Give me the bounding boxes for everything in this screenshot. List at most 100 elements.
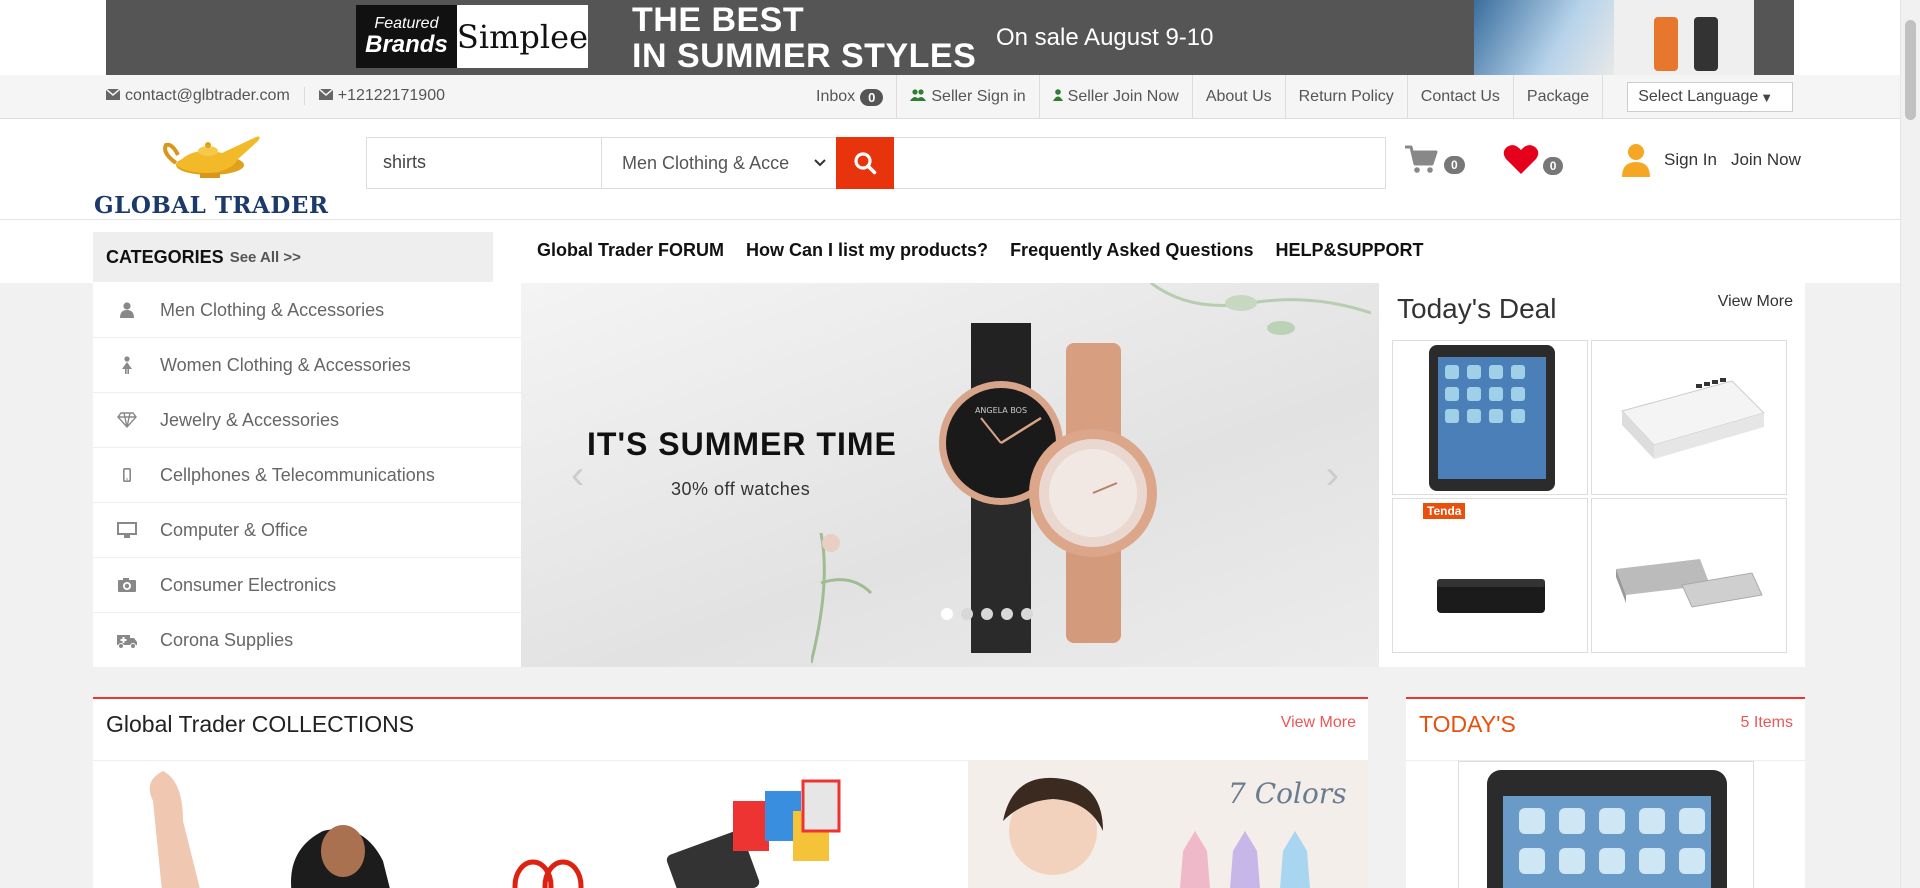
female-icon <box>93 356 160 374</box>
category-item-computer-office[interactable]: Computer & Office <box>93 503 521 558</box>
heart-icon <box>1503 145 1538 174</box>
phone-text: +12122171900 <box>337 87 445 104</box>
slider-dot[interactable] <box>1001 608 1013 620</box>
email-text: contact@glbtrader.com <box>125 87 290 104</box>
slider-dot[interactable] <box>941 608 953 620</box>
inbox-link[interactable]: Inbox 0 <box>803 75 898 119</box>
colors-text: 7 Colors <box>1228 777 1347 810</box>
watches-image: ANGELA BOS <box>811 283 1371 664</box>
banner-product-photo <box>1614 0 1754 75</box>
inbox-count-badge: 0 <box>860 88 884 106</box>
camera-icon <box>93 577 160 593</box>
tenda-logo: Tenda <box>1423 503 1466 519</box>
deal-grid: Tenda <box>1392 340 1789 653</box>
phone-contact[interactable]: +12122171900 <box>318 87 459 105</box>
category-label: Women Clothing & Accessories <box>160 354 411 375</box>
featured-brands-box: Featured Brands Simplee <box>356 5 588 68</box>
todays-section: TODAY'S 5 Items <box>1406 697 1805 888</box>
category-item-men-clothing[interactable]: Men Clothing & Accessories <box>93 283 521 338</box>
category-item-cellphones[interactable]: Cellphones & Telecommunications <box>93 448 521 503</box>
page-scrollbar[interactable] <box>1900 0 1920 888</box>
nav-faq-link[interactable]: Frequently Asked Questions <box>1010 240 1253 261</box>
desktop-icon <box>93 522 160 538</box>
deal-title: Today's Deal <box>1397 293 1557 324</box>
search-button[interactable] <box>836 137 894 189</box>
seller-join-label: Seller Join Now <box>1067 88 1179 105</box>
search-bar: shirts Men Clothing & Acce <box>366 137 1386 189</box>
language-value: Select Language <box>1638 88 1759 105</box>
category-item-consumer-electronics[interactable]: Consumer Electronics <box>93 558 521 613</box>
search-input[interactable]: shirts <box>383 152 426 173</box>
watch-brand-text: ANGELA BOS <box>975 406 1027 415</box>
todays-deal-panel: Today's Deal View More Tenda <box>1379 283 1805 667</box>
slider-next-icon[interactable]: › <box>1326 453 1339 498</box>
product-cup <box>1654 17 1678 71</box>
collections-section: Global Trader COLLECTIONS View More 7 Co… <box>93 697 1368 888</box>
featured-brands-label: Featured Brands <box>356 5 457 68</box>
cart-icon <box>1405 145 1438 173</box>
user-icon <box>93 302 160 318</box>
header-icons: 0 0 <box>1404 143 1564 175</box>
users-icon <box>910 88 927 106</box>
collections-view-more-link[interactable]: View More <box>1281 714 1356 732</box>
envelope-icon <box>105 87 121 105</box>
headline-line1: THE BEST <box>632 1 805 39</box>
slider-subline: 30% off watches <box>671 479 811 499</box>
slider-dot[interactable] <box>961 608 973 620</box>
tablet-image <box>1487 770 1727 888</box>
info-bar: contact@glbtrader.com +12122171900 Inbox… <box>0 75 1900 119</box>
banner-model-photo <box>1474 0 1614 75</box>
category-label: Consumer Electronics <box>160 574 337 595</box>
logo-text: GLOBAL TRADER <box>94 192 329 219</box>
nav-list-products-link[interactable]: How Can I list my products? <box>746 240 988 261</box>
promo-banner[interactable]: Featured Brands Simplee THE BEST IN SUMM… <box>106 0 1794 75</box>
join-now-link[interactable]: Join Now <box>1731 150 1801 170</box>
mobile-icon <box>93 468 160 482</box>
product-cup <box>1694 17 1718 71</box>
email-contact[interactable]: contact@glbtrader.com <box>105 87 305 105</box>
envelope-icon <box>318 87 334 105</box>
wishlist-count-badge: 0 <box>1542 157 1564 175</box>
banner-sale-text: On sale August 9-10 <box>996 24 1214 51</box>
wishlist-button[interactable]: 0 <box>1503 143 1564 175</box>
seller-signin-link[interactable]: Seller Sign in <box>897 75 1040 119</box>
scrollbar-thumb[interactable] <box>1905 20 1916 120</box>
todays-product-card[interactable] <box>1458 761 1754 888</box>
deal-product-router[interactable]: Tenda <box>1392 498 1588 653</box>
cart-button[interactable]: 0 <box>1404 144 1465 174</box>
contact-link[interactable]: Contact Us <box>1408 75 1514 119</box>
see-all-link[interactable]: See All >> <box>230 249 301 266</box>
category-item-women-clothing[interactable]: Women Clothing & Accessories <box>93 338 521 393</box>
main-nav: Global Trader FORUM How Can I list my pr… <box>537 240 1423 261</box>
package-link[interactable]: Package <box>1514 75 1604 119</box>
brands-text: Brands <box>365 31 448 59</box>
deal-product-speaker[interactable] <box>1591 498 1787 653</box>
slider-dot[interactable] <box>1021 608 1033 620</box>
inbox-label: Inbox <box>816 88 856 105</box>
deal-view-more-link[interactable]: View More <box>1718 293 1793 311</box>
language-select[interactable]: Select Language ▼ <box>1627 82 1794 112</box>
deal-product-switch[interactable] <box>1591 340 1787 495</box>
deal-product-tablet[interactable] <box>1392 340 1588 495</box>
nav-forum-link[interactable]: Global Trader FORUM <box>537 240 724 261</box>
slider-headline: IT'S SUMMER TIME <box>587 426 897 462</box>
category-item-corona-supplies[interactable]: Corona Supplies <box>93 613 521 668</box>
hero-slider[interactable]: ANGELA BOS IT'S SUMMER TIME 30% off watc… <box>521 283 1379 667</box>
brand-name: Simplee <box>456 17 588 56</box>
slider-dot[interactable] <box>981 608 993 620</box>
sign-in-link[interactable]: Sign In <box>1664 150 1717 170</box>
category-item-jewelry[interactable]: Jewelry & Accessories <box>93 393 521 448</box>
headline-line2: IN SUMMER STYLES <box>632 37 977 75</box>
seller-join-link[interactable]: Seller Join Now <box>1040 75 1193 119</box>
site-logo[interactable]: GLOBAL TRADER <box>92 119 328 219</box>
categories-title: CATEGORIES <box>106 246 224 267</box>
return-policy-link[interactable]: Return Policy <box>1286 75 1408 119</box>
nav-help-support-link[interactable]: HELP&SUPPORT <box>1275 240 1423 261</box>
slider-prev-icon[interactable]: ‹ <box>571 453 584 498</box>
category-select[interactable]: Men Clothing & Acce <box>601 138 836 188</box>
collections-images: 7 Colors <box>149 761 1368 888</box>
todays-item-count: 5 Items <box>1740 714 1793 731</box>
dropdown-arrow-icon: ▼ <box>1760 89 1774 105</box>
about-link[interactable]: About Us <box>1193 75 1286 119</box>
diamond-icon <box>93 412 160 428</box>
